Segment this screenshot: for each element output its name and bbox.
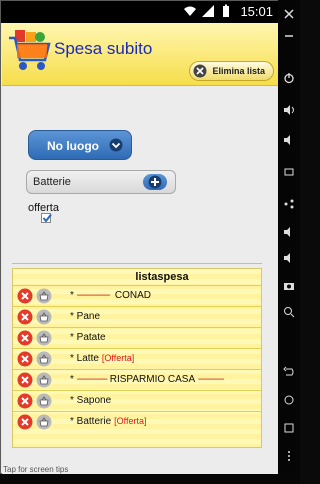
list-row: * Latte [Offerta] (13, 348, 261, 369)
delete-icon[interactable] (17, 330, 33, 346)
list-row: * Pane (13, 306, 261, 327)
list-row: * ------------- RISPARMIO CASA ---------… (13, 369, 261, 390)
delete-icon[interactable] (17, 372, 33, 388)
footer-hint: Tap for screen tips (3, 465, 69, 474)
basket-icon[interactable] (36, 330, 52, 346)
list-item-text: * Batterie [Offerta] (70, 416, 147, 427)
battery-icon (223, 4, 229, 17)
emulator-side-bar (278, 0, 300, 474)
speaker-icon[interactable] (283, 252, 295, 264)
place-select-button[interactable]: No luogo (28, 130, 132, 160)
place-select-label: No luogo (47, 139, 99, 153)
list-item-text: * ------------- RISPARMIO CASA ---------… (70, 374, 225, 385)
list-item-text: * Sapone (70, 395, 112, 406)
share-icon[interactable] (283, 198, 295, 210)
delete-icon[interactable] (17, 288, 33, 304)
bottom-strip (0, 474, 300, 484)
item-field-container (26, 170, 176, 194)
add-item-button[interactable] (143, 174, 167, 190)
item-input[interactable] (33, 174, 143, 190)
chevron-down-icon (109, 138, 123, 152)
basket-icon[interactable] (36, 288, 52, 304)
basket-icon[interactable] (36, 372, 52, 388)
shopping-cart-icon (9, 30, 51, 70)
divider (12, 263, 262, 264)
clear-list-label: Elimina lista (212, 66, 265, 76)
basket-icon[interactable] (36, 351, 52, 367)
power-icon[interactable] (283, 72, 295, 84)
main-content: No luogo offerta listaspesa (2, 86, 278, 474)
app-window: 15:01 Spesa subito Elimina lista No luog… (0, 0, 279, 474)
close-icon[interactable] (283, 8, 295, 20)
list-row: * -------------- CONAD (13, 285, 261, 306)
speaker-icon[interactable] (283, 226, 295, 238)
delete-icon[interactable] (17, 414, 33, 430)
list-row: * Sapone (13, 390, 261, 411)
offer-badge: [Offerta] (101, 353, 135, 363)
shopping-list: listaspesa * -------------- CONAD * Pane… (12, 268, 262, 448)
list-item-text: * Latte [Offerta] (70, 353, 135, 364)
camera-icon[interactable] (283, 280, 295, 292)
list-item-text: * -------------- CONAD (70, 290, 151, 301)
separator-dashes: ------------- (76, 374, 108, 385)
list-row: * Patate (13, 327, 261, 348)
app-header: Spesa subito Elimina lista (2, 23, 278, 86)
clear-list-button[interactable]: Elimina lista (189, 61, 274, 81)
status-time: 15:01 (240, 4, 273, 19)
basket-icon[interactable] (36, 309, 52, 325)
list-header: listaspesa (135, 271, 189, 283)
basket-icon[interactable] (36, 393, 52, 409)
back-icon[interactable] (283, 366, 295, 378)
plus-icon (148, 175, 162, 189)
close-circle-icon (193, 64, 207, 78)
list-item-text: * Pane (70, 311, 101, 322)
more-icon[interactable] (283, 450, 295, 462)
delete-icon[interactable] (17, 309, 33, 325)
recents-icon[interactable] (283, 422, 295, 434)
rotate-icon[interactable] (283, 166, 295, 178)
list-row: * Batterie [Offerta] (13, 411, 261, 432)
list-item-text: * Patate (70, 332, 106, 343)
app-title: Spesa subito (54, 39, 153, 58)
wifi-icon (184, 6, 196, 16)
separator-dashes: ----------- (197, 374, 225, 385)
offer-badge: [Offerta] (114, 416, 147, 426)
home-icon[interactable] (283, 394, 295, 406)
checkmark-icon (42, 213, 52, 223)
offer-checkbox[interactable] (41, 213, 52, 223)
separator-dashes: -------------- (76, 290, 111, 301)
status-bar: 15:01 (1, 1, 279, 23)
volume-down-icon[interactable] (283, 134, 295, 146)
delete-icon[interactable] (17, 351, 33, 367)
minimize-icon[interactable] (283, 30, 295, 42)
zoom-icon[interactable] (283, 306, 295, 318)
signal-icon (202, 5, 214, 17)
delete-icon[interactable] (17, 393, 33, 409)
volume-up-icon[interactable] (283, 104, 295, 116)
basket-icon[interactable] (36, 414, 52, 430)
